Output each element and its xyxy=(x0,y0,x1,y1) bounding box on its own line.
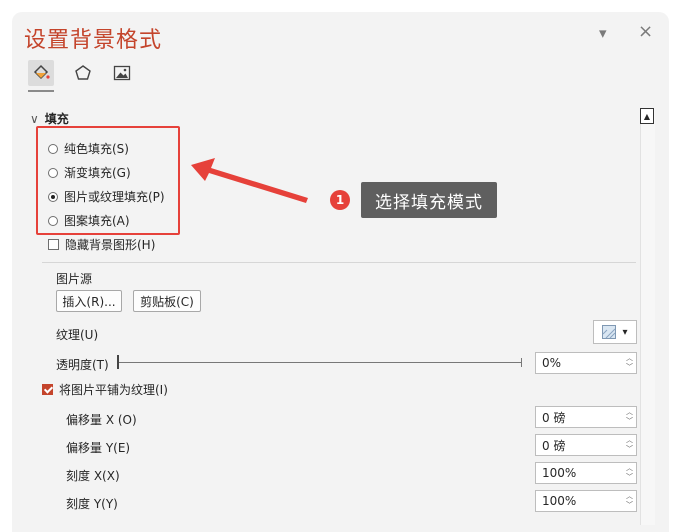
annotation-badge: 1 xyxy=(330,190,350,210)
annotation-callout: 选择填充模式 xyxy=(361,182,497,218)
annotation-arrow xyxy=(191,158,308,203)
